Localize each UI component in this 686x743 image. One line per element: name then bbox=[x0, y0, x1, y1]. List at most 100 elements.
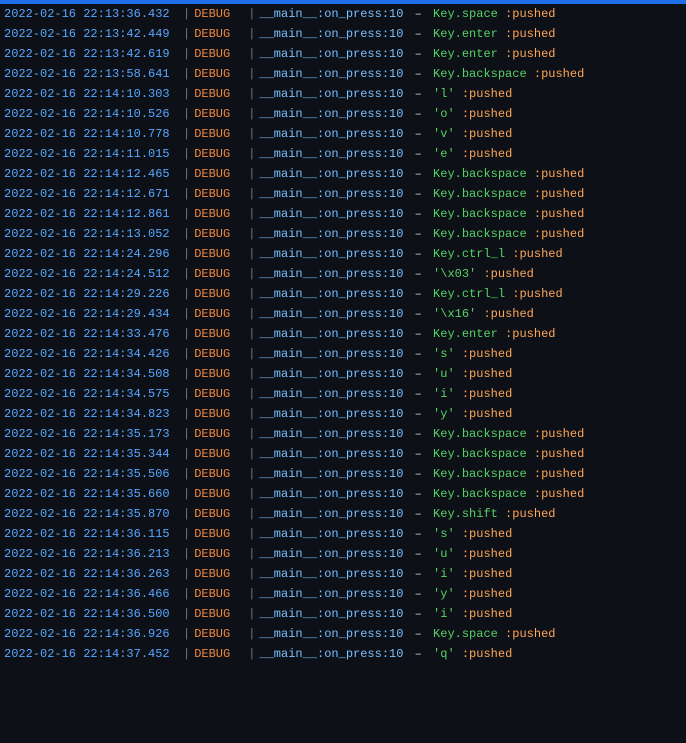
log-level: DEBUG bbox=[194, 65, 244, 83]
log-message: __main__:on_press:10 – 'y' :pushed bbox=[259, 585, 682, 603]
log-message: __main__:on_press:10 – Key.backspace :pu… bbox=[259, 485, 682, 503]
log-source: __main__:on_press:10 bbox=[259, 167, 403, 181]
log-level: DEBUG bbox=[194, 85, 244, 103]
log-source: __main__:on_press:10 bbox=[259, 147, 403, 161]
log-dash: – bbox=[411, 427, 433, 441]
log-dash: – bbox=[411, 187, 433, 201]
log-dash: – bbox=[411, 587, 433, 601]
log-timestamp: 2022-02-16 22:14:35.870 bbox=[4, 505, 179, 523]
log-sep-1: | bbox=[179, 605, 194, 623]
log-source: __main__:on_press:10 bbox=[259, 387, 403, 401]
log-level: DEBUG bbox=[194, 385, 244, 403]
log-message: __main__:on_press:10 – 'l' :pushed bbox=[259, 85, 682, 103]
log-line: 2022-02-16 22:13:42.619 | DEBUG | __main… bbox=[0, 44, 686, 64]
log-line: 2022-02-16 22:14:34.508 | DEBUG | __main… bbox=[0, 364, 686, 384]
log-line: 2022-02-16 22:14:10.303 | DEBUG | __main… bbox=[0, 84, 686, 104]
log-line: 2022-02-16 22:14:34.823 | DEBUG | __main… bbox=[0, 404, 686, 424]
log-sep-2: | bbox=[244, 5, 259, 23]
log-sep-2: | bbox=[244, 625, 259, 643]
log-line: 2022-02-16 22:14:12.861 | DEBUG | __main… bbox=[0, 204, 686, 224]
log-level: DEBUG bbox=[194, 605, 244, 623]
log-message: __main__:on_press:10 – Key.space :pushed bbox=[259, 5, 682, 23]
log-line: 2022-02-16 22:14:10.526 | DEBUG | __main… bbox=[0, 104, 686, 124]
log-source: __main__:on_press:10 bbox=[259, 627, 403, 641]
log-timestamp: 2022-02-16 22:14:12.671 bbox=[4, 185, 179, 203]
log-container: 2022-02-16 22:13:36.432 | DEBUG | __main… bbox=[0, 0, 686, 664]
log-line: 2022-02-16 22:14:35.344 | DEBUG | __main… bbox=[0, 444, 686, 464]
log-line: 2022-02-16 22:14:24.296 | DEBUG | __main… bbox=[0, 244, 686, 264]
log-level: DEBUG bbox=[194, 425, 244, 443]
log-source: __main__:on_press:10 bbox=[259, 587, 403, 601]
log-source: __main__:on_press:10 bbox=[259, 487, 403, 501]
log-source: __main__:on_press:10 bbox=[259, 427, 403, 441]
log-sep-2: | bbox=[244, 185, 259, 203]
log-sep-1: | bbox=[179, 425, 194, 443]
log-source: __main__:on_press:10 bbox=[259, 7, 403, 21]
log-level: DEBUG bbox=[194, 405, 244, 423]
log-source: __main__:on_press:10 bbox=[259, 467, 403, 481]
log-source: __main__:on_press:10 bbox=[259, 107, 403, 121]
log-timestamp: 2022-02-16 22:14:10.778 bbox=[4, 125, 179, 143]
log-lines: 2022-02-16 22:13:36.432 | DEBUG | __main… bbox=[0, 4, 686, 664]
log-line: 2022-02-16 22:14:36.926 | DEBUG | __main… bbox=[0, 624, 686, 644]
log-message: __main__:on_press:10 – Key.backspace :pu… bbox=[259, 445, 682, 463]
log-dash: – bbox=[411, 527, 433, 541]
log-dash: – bbox=[411, 127, 433, 141]
log-level: DEBUG bbox=[194, 5, 244, 23]
log-message: __main__:on_press:10 – 'y' :pushed bbox=[259, 405, 682, 423]
log-level: DEBUG bbox=[194, 25, 244, 43]
log-level: DEBUG bbox=[194, 45, 244, 63]
log-timestamp: 2022-02-16 22:14:10.526 bbox=[4, 105, 179, 123]
log-level: DEBUG bbox=[194, 285, 244, 303]
log-sep-1: | bbox=[179, 505, 194, 523]
log-sep-1: | bbox=[179, 405, 194, 423]
log-sep-2: | bbox=[244, 85, 259, 103]
log-source: __main__:on_press:10 bbox=[259, 267, 403, 281]
log-timestamp: 2022-02-16 22:14:12.465 bbox=[4, 165, 179, 183]
log-message: __main__:on_press:10 – 's' :pushed bbox=[259, 345, 682, 363]
log-sep-1: | bbox=[179, 145, 194, 163]
log-sep-1: | bbox=[179, 165, 194, 183]
log-line: 2022-02-16 22:14:36.466 | DEBUG | __main… bbox=[0, 584, 686, 604]
log-message: __main__:on_press:10 – Key.backspace :pu… bbox=[259, 425, 682, 443]
log-dash: – bbox=[411, 627, 433, 641]
log-source: __main__:on_press:10 bbox=[259, 527, 403, 541]
log-timestamp: 2022-02-16 22:14:13.052 bbox=[4, 225, 179, 243]
log-level: DEBUG bbox=[194, 225, 244, 243]
log-line: 2022-02-16 22:14:34.575 | DEBUG | __main… bbox=[0, 384, 686, 404]
log-level: DEBUG bbox=[194, 165, 244, 183]
log-timestamp: 2022-02-16 22:14:36.115 bbox=[4, 525, 179, 543]
log-sep-2: | bbox=[244, 205, 259, 223]
log-timestamp: 2022-02-16 22:13:58.641 bbox=[4, 65, 179, 83]
log-dash: – bbox=[411, 407, 433, 421]
log-timestamp: 2022-02-16 22:14:35.173 bbox=[4, 425, 179, 443]
log-timestamp: 2022-02-16 22:13:42.449 bbox=[4, 25, 179, 43]
log-source: __main__:on_press:10 bbox=[259, 247, 403, 261]
log-dash: – bbox=[411, 507, 433, 521]
log-timestamp: 2022-02-16 22:14:11.015 bbox=[4, 145, 179, 163]
log-sep-1: | bbox=[179, 585, 194, 603]
log-timestamp: 2022-02-16 22:14:10.303 bbox=[4, 85, 179, 103]
log-line: 2022-02-16 22:14:36.263 | DEBUG | __main… bbox=[0, 564, 686, 584]
log-line: 2022-02-16 22:13:58.641 | DEBUG | __main… bbox=[0, 64, 686, 84]
log-message: __main__:on_press:10 – 'q' :pushed bbox=[259, 645, 682, 663]
log-message: __main__:on_press:10 – Key.backspace :pu… bbox=[259, 185, 682, 203]
log-dash: – bbox=[411, 87, 433, 101]
log-message: __main__:on_press:10 – Key.backspace :pu… bbox=[259, 465, 682, 483]
log-source: __main__:on_press:10 bbox=[259, 347, 403, 361]
log-line: 2022-02-16 22:14:35.870 | DEBUG | __main… bbox=[0, 504, 686, 524]
log-level: DEBUG bbox=[194, 265, 244, 283]
log-sep-2: | bbox=[244, 305, 259, 323]
log-message: __main__:on_press:10 – 'u' :pushed bbox=[259, 365, 682, 383]
log-dash: – bbox=[411, 567, 433, 581]
log-sep-1: | bbox=[179, 225, 194, 243]
log-source: __main__:on_press:10 bbox=[259, 187, 403, 201]
log-sep-1: | bbox=[179, 565, 194, 583]
log-message: __main__:on_press:10 – Key.space :pushed bbox=[259, 625, 682, 643]
log-sep-2: | bbox=[244, 405, 259, 423]
log-sep-2: | bbox=[244, 145, 259, 163]
log-dash: – bbox=[411, 147, 433, 161]
log-sep-2: | bbox=[244, 125, 259, 143]
log-sep-2: | bbox=[244, 525, 259, 543]
log-level: DEBUG bbox=[194, 325, 244, 343]
